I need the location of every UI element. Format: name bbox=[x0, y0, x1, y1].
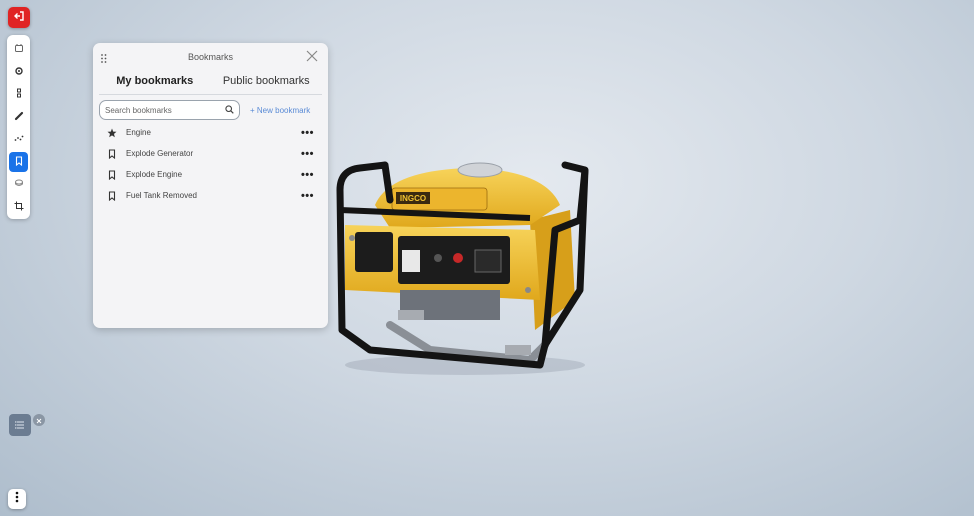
exit-button[interactable] bbox=[8, 7, 30, 28]
bookmarks-button[interactable] bbox=[9, 151, 28, 172]
bookmark-label: Fuel Tank Removed bbox=[126, 191, 197, 200]
panel-header: Bookmarks bbox=[93, 43, 328, 69]
list-icon bbox=[15, 416, 25, 434]
crop-icon bbox=[14, 198, 24, 216]
bookmark-list: Engine ••• Explode Generator ••• Explode… bbox=[93, 122, 328, 206]
close-icon[interactable] bbox=[306, 49, 318, 67]
settings-icon bbox=[14, 63, 24, 81]
brand-plate: INGCO bbox=[391, 187, 488, 211]
bookmark-label: Engine bbox=[126, 128, 151, 137]
home-icon bbox=[14, 40, 24, 58]
section-button[interactable] bbox=[9, 174, 28, 195]
star-icon bbox=[106, 128, 118, 138]
item-menu-button[interactable]: ••• bbox=[301, 148, 314, 160]
bookmark-icon bbox=[106, 148, 118, 159]
explode-button[interactable] bbox=[9, 129, 28, 150]
structure-panel-button[interactable] bbox=[9, 414, 31, 436]
brand-label: INGCO bbox=[400, 194, 426, 203]
left-toolbar bbox=[7, 35, 30, 219]
more-button[interactable] bbox=[8, 489, 26, 509]
bookmark-label: Explode Engine bbox=[126, 170, 183, 179]
list-item[interactable]: Explode Generator ••• bbox=[93, 143, 328, 164]
list-item[interactable]: Engine ••• bbox=[93, 122, 328, 143]
measure-icon bbox=[14, 108, 24, 126]
list-item[interactable]: Explode Engine ••• bbox=[93, 164, 328, 185]
model-tree-button[interactable] bbox=[9, 84, 28, 105]
item-menu-button[interactable]: ••• bbox=[301, 127, 314, 139]
search-row: + New bookmark bbox=[99, 100, 322, 120]
search-input[interactable] bbox=[105, 105, 225, 115]
measure-button[interactable] bbox=[9, 107, 28, 128]
settings-button[interactable] bbox=[9, 62, 28, 83]
bookmark-icon bbox=[14, 153, 24, 171]
model-tree-icon bbox=[14, 85, 24, 103]
exit-icon bbox=[13, 9, 25, 27]
explode-icon bbox=[14, 130, 24, 148]
panel-title: Bookmarks bbox=[187, 52, 233, 62]
structure-close-button[interactable] bbox=[33, 414, 45, 426]
item-menu-button[interactable]: ••• bbox=[301, 169, 314, 181]
bookmark-tabs: My bookmarks Public bookmarks bbox=[99, 69, 322, 95]
new-bookmark-link[interactable]: + New bookmark bbox=[250, 106, 310, 115]
tab-public-bookmarks[interactable]: Public bookmarks bbox=[211, 69, 323, 94]
home-button[interactable] bbox=[9, 39, 28, 60]
search-box bbox=[99, 100, 240, 120]
bookmark-label: Explode Generator bbox=[126, 149, 194, 158]
more-vertical-icon bbox=[15, 490, 19, 508]
list-item[interactable]: Fuel Tank Removed ••• bbox=[93, 185, 328, 206]
section-icon bbox=[14, 175, 24, 193]
tab-my-bookmarks[interactable]: My bookmarks bbox=[99, 69, 211, 94]
item-menu-button[interactable]: ••• bbox=[301, 190, 314, 202]
bookmark-icon bbox=[106, 169, 118, 180]
generator-model[interactable]: INGCO bbox=[330, 150, 595, 380]
bookmarks-panel: Bookmarks My bookmarks Public bookmarks … bbox=[93, 43, 328, 328]
search-icon[interactable] bbox=[225, 101, 234, 119]
crop-button[interactable] bbox=[9, 197, 28, 218]
bookmark-icon bbox=[106, 190, 118, 201]
close-icon bbox=[36, 411, 42, 429]
